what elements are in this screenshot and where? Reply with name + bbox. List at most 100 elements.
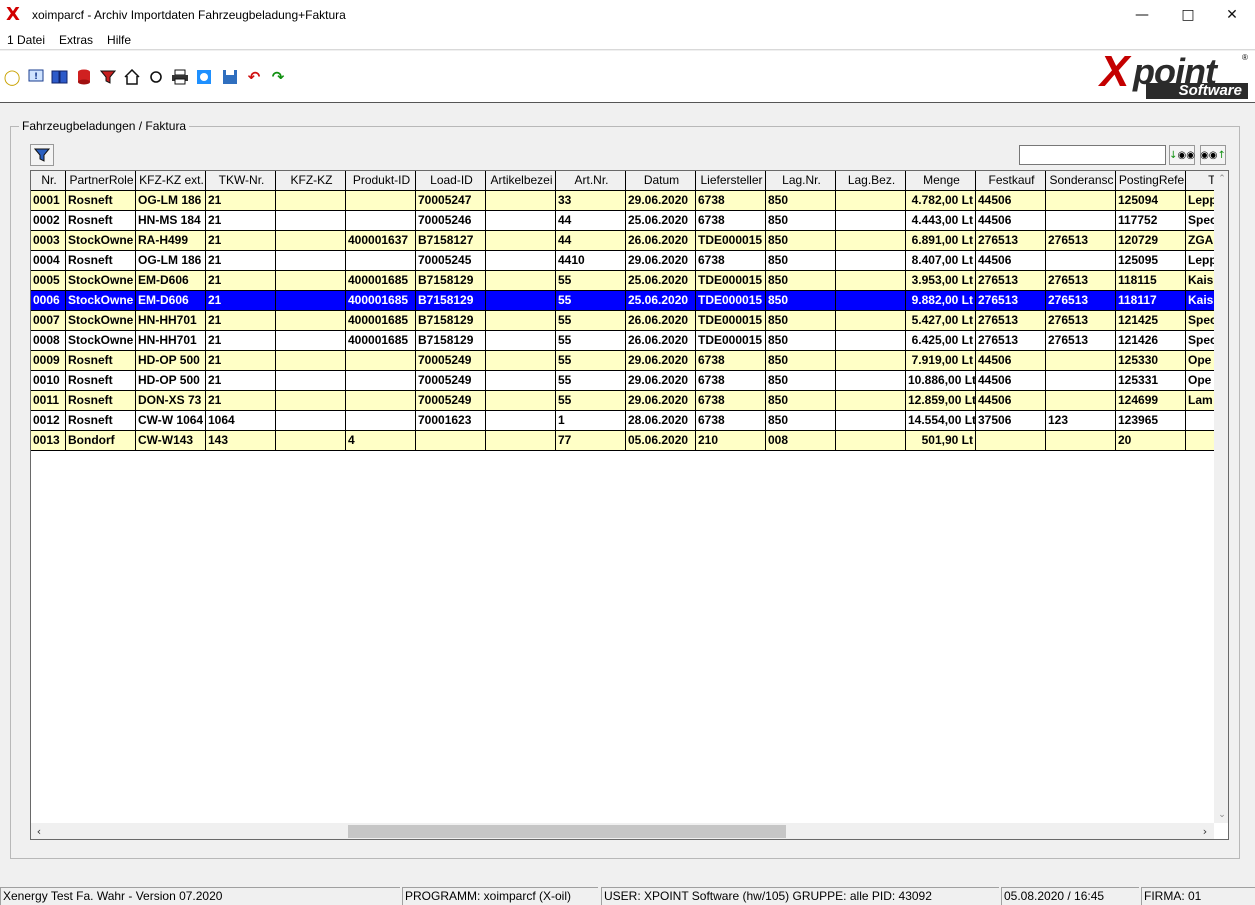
table-cell[interactable]: 25.06.2020 [626, 291, 696, 311]
table-cell[interactable] [486, 211, 556, 231]
table-cell[interactable]: 26.06.2020 [626, 231, 696, 251]
table-cell[interactable]: 276513 [1046, 271, 1116, 291]
table-cell[interactable]: 9.882,00 Lt [906, 291, 976, 311]
table-cell[interactable] [276, 331, 346, 351]
table-cell[interactable]: 4410 [556, 251, 626, 271]
table-cell[interactable]: Ope [1186, 371, 1214, 391]
table-cell[interactable]: 55 [556, 271, 626, 291]
table-cell[interactable]: 29.06.2020 [626, 371, 696, 391]
column-header[interactable]: Lag.Bez. [836, 171, 906, 191]
table-cell[interactable] [346, 411, 416, 431]
table-cell[interactable]: 29.06.2020 [626, 351, 696, 371]
table-cell[interactable]: 0009 [31, 351, 66, 371]
table-cell[interactable]: 0012 [31, 411, 66, 431]
table-cell[interactable]: 21 [206, 351, 276, 371]
table-cell[interactable]: 276513 [976, 231, 1046, 251]
table-cell[interactable] [276, 191, 346, 211]
table-cell[interactable]: 70005246 [416, 211, 486, 231]
table-cell[interactable]: 70005247 [416, 191, 486, 211]
column-header[interactable]: PartnerRole [66, 171, 136, 191]
table-cell[interactable] [486, 391, 556, 411]
table-cell[interactable]: 44506 [976, 391, 1046, 411]
table-cell[interactable]: 6.891,00 Lt [906, 231, 976, 251]
table-cell[interactable]: B7158129 [416, 311, 486, 331]
table-cell[interactable]: CW-W143 [136, 431, 206, 451]
table-cell[interactable]: 501,90 Lt [906, 431, 976, 451]
table-cell[interactable]: 21 [206, 191, 276, 211]
table-cell[interactable]: 210 [696, 431, 766, 451]
table-cell[interactable] [836, 211, 906, 231]
table-cell[interactable]: 0005 [31, 271, 66, 291]
table-cell[interactable]: 120729 [1116, 231, 1186, 251]
table-cell[interactable] [486, 411, 556, 431]
table-cell[interactable]: StockOwne [66, 291, 136, 311]
data-grid[interactable]: Nr. PartnerRole KFZ-KZ ext. TKW-Nr. KFZ-KZ Pr… [30, 170, 1229, 840]
table-cell[interactable]: 276513 [976, 311, 1046, 331]
table-cell[interactable]: 400001685 [346, 331, 416, 351]
table-cell[interactable] [276, 271, 346, 291]
column-header[interactable]: Load-ID [416, 171, 486, 191]
table-cell[interactable]: 10.886,00 Lt [906, 371, 976, 391]
table-cell[interactable]: OG-LM 186 [136, 191, 206, 211]
table-cell[interactable]: ZGA [1186, 231, 1214, 251]
table-cell[interactable] [836, 251, 906, 271]
table-row[interactable]: 0008 StockOwne HN-HH701 21 400001685 B7158129… [31, 331, 1214, 351]
table-cell[interactable]: 0010 [31, 371, 66, 391]
column-header[interactable]: Sonderansc [1046, 171, 1116, 191]
table-cell[interactable] [276, 351, 346, 371]
menu-extras[interactable]: Extras [52, 30, 100, 50]
table-cell[interactable]: 0013 [31, 431, 66, 451]
scroll-up-icon[interactable]: ⌃ [1214, 171, 1228, 187]
table-cell[interactable]: 121425 [1116, 311, 1186, 331]
table-cell[interactable]: 37506 [976, 411, 1046, 431]
table-cell[interactable]: 21 [206, 231, 276, 251]
scroll-right-icon[interactable]: › [1197, 823, 1213, 839]
table-cell[interactable]: EM-D606 [136, 271, 206, 291]
table-cell[interactable]: StockOwne [66, 231, 136, 251]
table-cell[interactable] [836, 191, 906, 211]
table-cell[interactable] [486, 331, 556, 351]
table-cell[interactable]: 44506 [976, 371, 1046, 391]
table-cell[interactable]: 14.554,00 Lt [906, 411, 976, 431]
table-cell[interactable]: 850 [766, 271, 836, 291]
table-cell[interactable]: OG-LM 186 [136, 251, 206, 271]
home-icon[interactable] [122, 67, 142, 87]
table-cell[interactable]: 276513 [1046, 291, 1116, 311]
table-cell[interactable]: Lepp [1186, 191, 1214, 211]
table-cell[interactable]: 21 [206, 211, 276, 231]
table-cell[interactable]: Spec [1186, 331, 1214, 351]
table-cell[interactable]: 276513 [976, 271, 1046, 291]
column-header[interactable]: Liefersteller [696, 171, 766, 191]
table-cell[interactable]: 850 [766, 291, 836, 311]
table-cell[interactable] [486, 191, 556, 211]
table-cell[interactable]: RA-H499 [136, 231, 206, 251]
table-cell[interactable] [1046, 211, 1116, 231]
table-cell[interactable]: 3.953,00 Lt [906, 271, 976, 291]
table-cell[interactable]: 6738 [696, 191, 766, 211]
table-cell[interactable]: 008 [766, 431, 836, 451]
table-cell[interactable]: 44506 [976, 211, 1046, 231]
table-cell[interactable]: B7158129 [416, 291, 486, 311]
column-header[interactable]: TKW [1186, 171, 1214, 191]
search-up-button[interactable]: ◉◉ ↑ [1200, 145, 1226, 165]
table-cell[interactable] [486, 271, 556, 291]
table-cell[interactable]: 0006 [31, 291, 66, 311]
table-cell[interactable] [836, 371, 906, 391]
table-row[interactable]: 0012 Rosneft CW-W 1064 1064 70001623 1 28.06.2… [31, 411, 1214, 431]
table-cell[interactable]: 44506 [976, 191, 1046, 211]
table-cell[interactable]: 21 [206, 251, 276, 271]
table-row[interactable]: 0005 StockOwne EM-D606 21 400001685 B7158129 5… [31, 271, 1214, 291]
table-cell[interactable]: CW-W 1064 [136, 411, 206, 431]
table-cell[interactable]: 850 [766, 251, 836, 271]
table-cell[interactable] [1046, 251, 1116, 271]
table-cell[interactable]: TDE000015 [696, 231, 766, 251]
table-cell[interactable]: 6738 [696, 371, 766, 391]
close-button[interactable]: ✕ [1209, 0, 1255, 30]
table-cell[interactable]: 29.06.2020 [626, 391, 696, 411]
table-cell[interactable]: Spec [1186, 311, 1214, 331]
table-cell[interactable]: 0007 [31, 311, 66, 331]
table-cell[interactable] [276, 431, 346, 451]
menu-datei[interactable]: 1 Datei [0, 30, 52, 50]
table-cell[interactable]: 118117 [1116, 291, 1186, 311]
table-cell[interactable] [346, 371, 416, 391]
